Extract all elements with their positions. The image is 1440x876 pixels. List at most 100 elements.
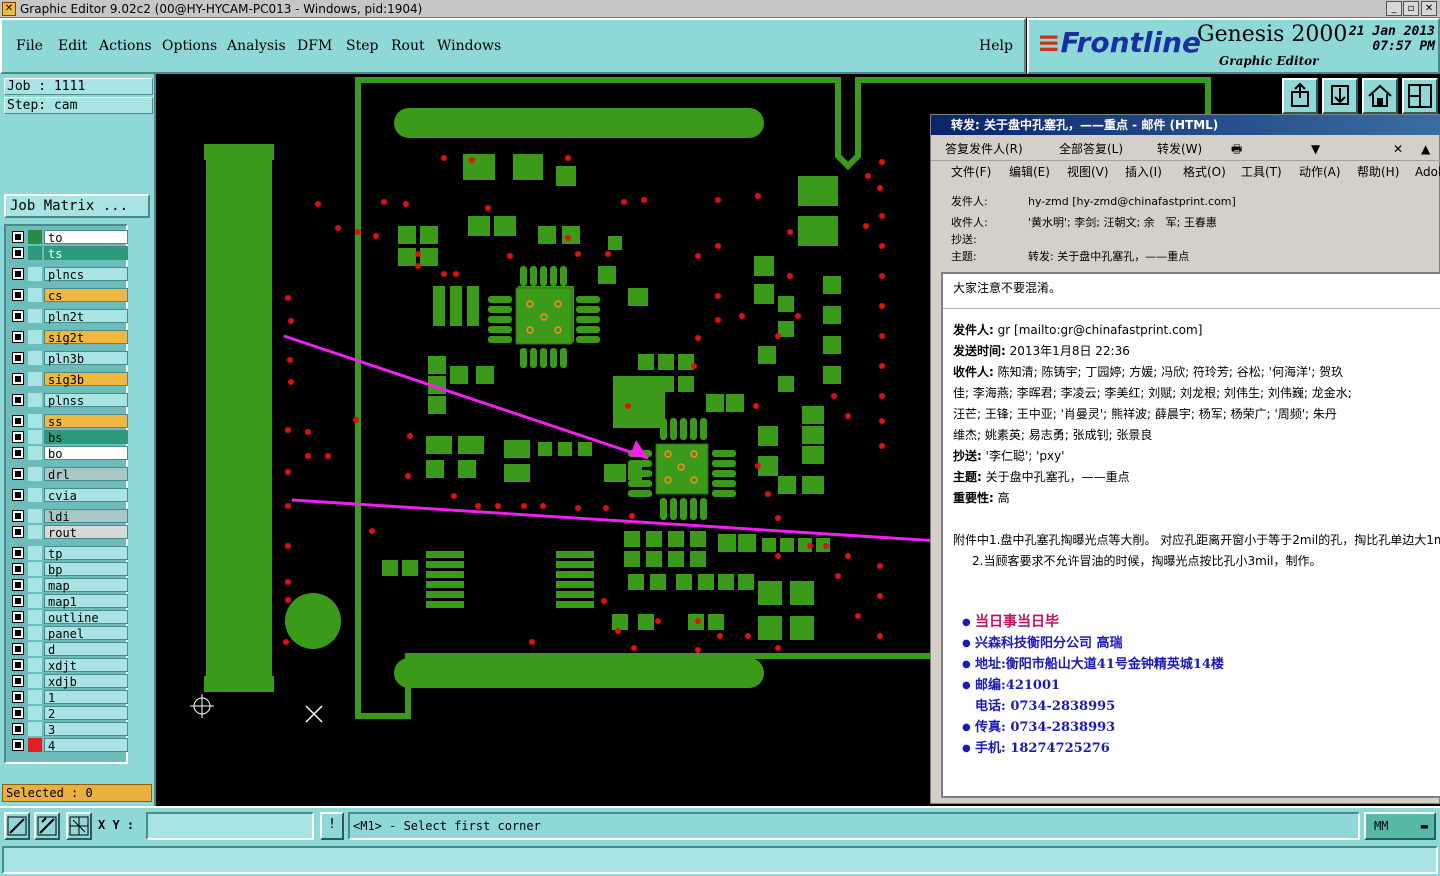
layer-row-pln3b[interactable]: pln3b xyxy=(10,351,128,366)
menu-options[interactable]: Options xyxy=(162,38,217,54)
forward-button[interactable]: 转发(W) xyxy=(1157,137,1202,161)
email-menu-format[interactable]: 格式(O) xyxy=(1183,162,1226,182)
info-button[interactable]: ! xyxy=(320,812,344,840)
units-select[interactable]: MM ▬ xyxy=(1364,812,1436,840)
layer-row-3[interactable]: 3 xyxy=(10,722,128,737)
layer-checkbox[interactable] xyxy=(12,579,24,591)
layer-name[interactable]: cvia xyxy=(44,488,128,503)
layer-name[interactable]: pln2t xyxy=(44,309,128,324)
up-arrow-icon[interactable]: ▲ xyxy=(1421,137,1430,161)
layer-checkbox[interactable] xyxy=(12,643,24,655)
layer-name[interactable]: 3 xyxy=(44,722,128,737)
layer-row-panel[interactable]: panel xyxy=(10,626,128,641)
layer-row-ss[interactable]: ss xyxy=(10,414,128,429)
layer-row-map[interactable]: map xyxy=(10,578,128,593)
layer-row-plncs[interactable]: plncs xyxy=(10,267,128,282)
layer-checkbox[interactable] xyxy=(12,627,24,639)
layer-name[interactable]: tp xyxy=(44,546,128,561)
email-menu-tools[interactable]: 工具(T) xyxy=(1241,162,1282,182)
layer-row-xdjb[interactable]: xdjb xyxy=(10,674,128,689)
layer-row-1[interactable]: 1 xyxy=(10,690,128,705)
layer-checkbox[interactable] xyxy=(12,526,24,538)
layer-checkbox[interactable] xyxy=(12,595,24,607)
layer-checkbox[interactable] xyxy=(12,723,24,735)
close-button[interactable]: ✕ xyxy=(1421,1,1437,16)
layer-checkbox[interactable] xyxy=(12,489,24,501)
layer-name[interactable]: drl xyxy=(44,467,128,482)
maximize-button[interactable]: ▫ xyxy=(1403,1,1419,16)
layer-checkbox[interactable] xyxy=(12,611,24,623)
layer-name[interactable]: 2 xyxy=(44,706,128,721)
layer-checkbox[interactable] xyxy=(12,707,24,719)
layer-checkbox[interactable] xyxy=(12,352,24,364)
layer-name[interactable]: sig3b xyxy=(44,372,128,387)
layer-checkbox[interactable] xyxy=(12,268,24,280)
delete-icon[interactable]: ✕ xyxy=(1393,137,1403,161)
menu-help[interactable]: Help xyxy=(979,38,1013,54)
layer-name[interactable]: rout xyxy=(44,525,128,540)
layer-row-tp[interactable]: tp xyxy=(10,546,128,561)
measure-button[interactable] xyxy=(34,812,60,840)
email-menu-insert[interactable]: 插入(I) xyxy=(1125,162,1162,182)
layer-name[interactable]: bp xyxy=(44,562,128,577)
email-menu-view[interactable]: 视图(V) xyxy=(1067,162,1109,182)
layer-name[interactable]: ts xyxy=(44,246,128,261)
layer-name[interactable]: d xyxy=(44,642,128,657)
layer-checkbox[interactable] xyxy=(12,563,24,575)
layer-name[interactable]: cs xyxy=(44,288,128,303)
layer-row-bs[interactable]: bs xyxy=(10,430,128,445)
layer-checkbox[interactable] xyxy=(12,289,24,301)
menu-rout[interactable]: Rout xyxy=(391,38,425,54)
layer-checkbox[interactable] xyxy=(12,659,24,671)
layer-name[interactable]: plnss xyxy=(44,393,128,408)
layer-checkbox[interactable] xyxy=(12,231,24,243)
layer-name[interactable]: ss xyxy=(44,414,128,429)
layer-checkbox[interactable] xyxy=(12,415,24,427)
layer-name[interactable]: panel xyxy=(44,626,128,641)
email-menu-adobe[interactable]: Adob xyxy=(1415,162,1440,182)
layer-checkbox[interactable] xyxy=(12,247,24,259)
menu-windows[interactable]: Windows xyxy=(437,38,501,54)
email-menu-actions[interactable]: 动作(A) xyxy=(1299,162,1341,182)
layer-checkbox[interactable] xyxy=(12,394,24,406)
layer-name[interactable]: plncs xyxy=(44,267,128,282)
layer-row-rout[interactable]: rout xyxy=(10,525,128,540)
grid-button[interactable] xyxy=(66,812,92,840)
layer-name[interactable]: 4 xyxy=(44,738,128,753)
layer-checkbox[interactable] xyxy=(12,310,24,322)
menu-dfm[interactable]: DFM xyxy=(297,38,332,54)
layer-checkbox[interactable] xyxy=(12,468,24,480)
menu-analysis[interactable]: Analysis xyxy=(227,38,286,54)
layer-checkbox[interactable] xyxy=(12,691,24,703)
email-menu-file[interactable]: 文件(F) xyxy=(951,162,991,182)
print-icon[interactable]: 🖶 xyxy=(1231,137,1242,161)
layer-name[interactable]: to xyxy=(44,230,128,245)
layer-row-ts[interactable]: ts xyxy=(10,246,128,261)
layer-name[interactable]: map1 xyxy=(44,594,128,609)
reply-all-button[interactable]: 全部答复(L) xyxy=(1059,137,1123,161)
job-matrix-button[interactable]: Job Matrix ... xyxy=(4,194,150,218)
layer-row-xdjt[interactable]: xdjt xyxy=(10,658,128,673)
layer-name[interactable]: sig2t xyxy=(44,330,128,345)
layer-name[interactable]: pln3b xyxy=(44,351,128,366)
layer-row-to[interactable]: to xyxy=(10,230,128,245)
reply-button[interactable]: 答复发件人(R) xyxy=(945,137,1023,161)
layer-name[interactable]: bs xyxy=(44,430,128,445)
xy-input[interactable] xyxy=(146,812,314,840)
layer-name[interactable]: ldi xyxy=(44,509,128,524)
layer-row-cs[interactable]: cs xyxy=(10,288,128,303)
layer-name[interactable]: xdjb xyxy=(44,674,128,689)
layer-row-pln2t[interactable]: pln2t xyxy=(10,309,128,324)
layer-checkbox[interactable] xyxy=(12,447,24,459)
menu-step[interactable]: Step xyxy=(346,38,378,54)
layer-checkbox[interactable] xyxy=(12,739,24,751)
layer-row-sig3b[interactable]: sig3b xyxy=(10,372,128,387)
layer-name[interactable]: xdjt xyxy=(44,658,128,673)
layer-row-d[interactable]: d xyxy=(10,642,128,657)
layer-checkbox[interactable] xyxy=(12,431,24,443)
layer-row-2[interactable]: 2 xyxy=(10,706,128,721)
layer-row-4[interactable]: 4 xyxy=(10,738,128,753)
zoom-fit-button[interactable] xyxy=(4,812,30,840)
layer-row-outline[interactable]: outline xyxy=(10,610,128,625)
flag-icon[interactable]: ▼ xyxy=(1311,137,1320,161)
